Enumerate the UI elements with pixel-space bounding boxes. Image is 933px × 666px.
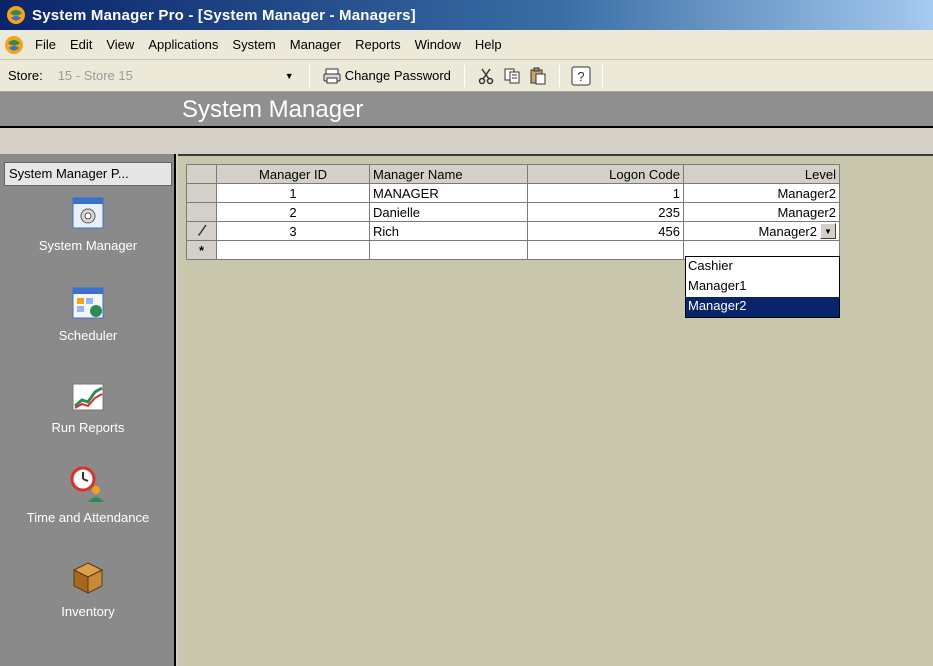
menu-manager[interactable]: Manager xyxy=(283,33,348,56)
pencil-icon xyxy=(197,224,207,235)
boxes-icon xyxy=(72,562,104,594)
copy-icon xyxy=(504,68,520,83)
change-password-button[interactable]: Change Password xyxy=(318,64,456,88)
cell-logon-code[interactable]: 456 xyxy=(527,221,684,241)
main-content: Manager ID Manager Name Logon Code Level… xyxy=(178,154,933,666)
copy-button[interactable] xyxy=(499,64,525,88)
sidebar-item-label: Run Reports xyxy=(51,420,125,435)
cell-level-editor[interactable]: Manager2 ▼ xyxy=(683,221,840,241)
row-selector[interactable] xyxy=(186,183,217,203)
menu-window[interactable]: Window xyxy=(408,33,468,56)
cell-logon-code[interactable] xyxy=(527,240,684,260)
cut-icon xyxy=(478,68,494,84)
table-row[interactable]: 2 Danielle 235 Manager2 xyxy=(186,202,840,222)
level-option-cashier[interactable]: Cashier xyxy=(686,257,839,277)
grid-header-row: Manager ID Manager Name Logon Code Level xyxy=(186,164,840,184)
menu-view[interactable]: View xyxy=(99,33,141,56)
cell-level[interactable]: Manager2 xyxy=(683,183,840,203)
sidebar: System Manager P... System Manager Sched… xyxy=(0,154,176,666)
chevron-down-icon[interactable]: ▼ xyxy=(820,223,836,239)
svg-text:?: ? xyxy=(577,69,584,84)
cell-manager-id[interactable]: 3 xyxy=(216,221,370,241)
cell-manager-id[interactable]: 2 xyxy=(216,202,370,222)
level-dropdown-list: Cashier Manager1 Manager2 xyxy=(685,256,840,318)
cell-manager-name[interactable]: Rich xyxy=(369,221,528,241)
menu-edit[interactable]: Edit xyxy=(63,33,99,56)
cell-logon-code[interactable]: 1 xyxy=(527,183,684,203)
sidebar-header[interactable]: System Manager P... xyxy=(4,162,172,186)
managers-grid: Manager ID Manager Name Logon Code Level… xyxy=(186,164,840,260)
title-bar: System Manager Pro - [System Manager - M… xyxy=(0,0,933,30)
menu-bar: File Edit View Applications System Manag… xyxy=(0,30,933,60)
cell-logon-code[interactable]: 235 xyxy=(527,202,684,222)
paste-button[interactable] xyxy=(525,64,551,88)
level-option-manager1[interactable]: Manager1 xyxy=(686,277,839,297)
store-select[interactable]: 15 - Store 15 ▼ xyxy=(50,64,301,87)
sidebar-item-label: Scheduler xyxy=(58,328,118,343)
cut-button[interactable] xyxy=(473,64,499,88)
scheduler-icon xyxy=(72,287,104,319)
sidebar-item-scheduler[interactable]: Scheduler xyxy=(0,286,176,343)
column-header-level[interactable]: Level xyxy=(683,164,840,184)
sidebar-item-label: Time and Attendance xyxy=(26,510,150,525)
system-manager-icon xyxy=(72,197,104,229)
change-password-label: Change Password xyxy=(344,68,451,83)
help-button[interactable]: ? xyxy=(568,64,594,88)
menu-system[interactable]: System xyxy=(225,33,282,56)
sidebar-item-inventory[interactable]: Inventory xyxy=(0,560,176,619)
toolbar: Store: 15 - Store 15 ▼ Change Password ? xyxy=(0,60,933,92)
reports-chart-icon xyxy=(72,383,104,411)
sidebar-item-time-attendance[interactable]: Time and Attendance xyxy=(0,466,176,525)
level-combobox-value[interactable]: Manager2 xyxy=(758,224,817,239)
toolbar-separator xyxy=(558,64,560,87)
app-logo-icon xyxy=(7,6,25,24)
table-row-editing[interactable]: 3 Rich 456 Manager2 ▼ xyxy=(186,221,840,241)
sidebar-item-label: System Manager xyxy=(38,238,138,253)
column-header-manager-name[interactable]: Manager Name xyxy=(369,164,528,184)
sidebar-item-system-manager[interactable]: System Manager xyxy=(0,196,176,253)
menu-file[interactable]: File xyxy=(28,33,63,56)
toolbar-separator xyxy=(463,64,465,87)
app-menu-icon[interactable] xyxy=(4,35,24,55)
sidebar-item-run-reports[interactable]: Run Reports xyxy=(0,382,176,435)
window-title: System Manager Pro - [System Manager - M… xyxy=(32,6,416,24)
cell-manager-name[interactable]: MANAGER xyxy=(369,183,528,203)
menu-reports[interactable]: Reports xyxy=(348,33,408,56)
row-selector-editing[interactable] xyxy=(186,221,217,241)
level-combobox[interactable]: Manager2 ▼ xyxy=(687,223,836,239)
table-row[interactable]: 1 MANAGER 1 Manager2 xyxy=(186,183,840,203)
help-icon: ? xyxy=(571,66,591,85)
cell-manager-name[interactable]: Danielle xyxy=(369,202,528,222)
column-header-logon-code[interactable]: Logon Code xyxy=(527,164,684,184)
menu-help[interactable]: Help xyxy=(468,33,509,56)
store-label: Store: xyxy=(8,68,43,83)
menu-applications[interactable]: Applications xyxy=(141,33,225,56)
toolbar-separator xyxy=(308,64,310,87)
clock-person-icon xyxy=(70,466,104,502)
sidebar-item-label: Inventory xyxy=(61,604,115,619)
toolbar-separator xyxy=(601,64,603,87)
paste-icon xyxy=(530,67,546,84)
row-selector[interactable] xyxy=(186,202,217,222)
column-header-manager-id[interactable]: Manager ID xyxy=(216,164,370,184)
header-band: System Manager xyxy=(0,92,933,128)
chevron-down-icon[interactable]: ▼ xyxy=(285,71,294,81)
row-selector-header[interactable] xyxy=(186,164,217,184)
cell-manager-id[interactable] xyxy=(216,240,370,260)
printer-lock-icon xyxy=(323,68,341,83)
new-row-marker[interactable]: * xyxy=(186,240,217,260)
level-option-manager2[interactable]: Manager2 xyxy=(686,297,839,317)
cell-level[interactable]: Manager2 xyxy=(683,202,840,222)
page-title: System Manager xyxy=(182,96,364,123)
cell-manager-name[interactable] xyxy=(369,240,528,260)
cell-manager-id[interactable]: 1 xyxy=(216,183,370,203)
store-select-value: 15 - Store 15 xyxy=(57,68,133,83)
